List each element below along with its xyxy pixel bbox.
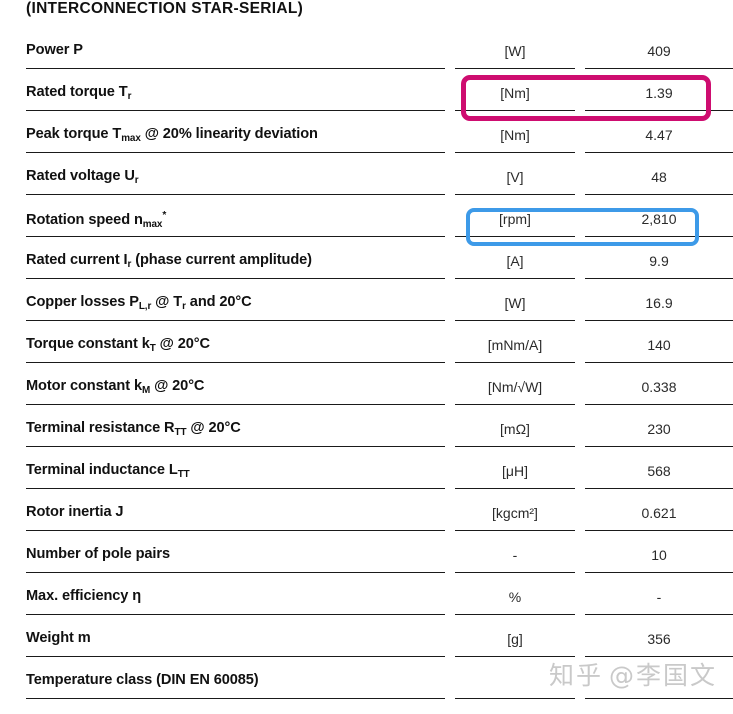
row-unit-cell: [μH] [455, 453, 575, 495]
row-value-cell: 0.621 [585, 495, 733, 537]
row-parameter-label: Max. efficiency η [26, 579, 445, 621]
row-unit-cell: [mΩ] [455, 411, 575, 453]
row-value-cell: 9.9 [585, 243, 733, 285]
row-unit-cell: [rpm] [455, 201, 575, 243]
row-parameter-label: Terminal resistance RTT @ 20°C [26, 411, 445, 453]
row-unit-cell: - [455, 537, 575, 579]
row-unit-cell: [mNm/A] [455, 327, 575, 369]
spec-sheet: (INTERCONNECTION STAR-SERIAL) Power P [W]… [0, 0, 733, 714]
row-value-cell: 16.9 [585, 285, 733, 327]
row-unit-cell: [kgcm²] [455, 495, 575, 537]
table-row: Rotation speed nmax* [rpm] 2,810 [0, 201, 733, 243]
row-value-cell: 1.39 [585, 75, 733, 117]
table-row: Rated voltage Ur [V] 48 [0, 159, 733, 201]
row-parameter-label: Rated current Ir (phase current amplitud… [26, 243, 445, 285]
row-parameter-label: Terminal inductance LTT [26, 453, 445, 495]
row-unit-cell: [A] [455, 243, 575, 285]
specification-table: Power P [W] 409 Rated torque Tr [Nm] 1.39 Peak… [0, 33, 733, 705]
table-row: Power P [W] 409 [0, 33, 733, 75]
table-row: Number of pole pairs -10 [0, 537, 733, 579]
row-unit-cell: [Nm] [455, 117, 575, 159]
watermark: 知乎 @李国文 [549, 656, 717, 692]
table-row: Terminal inductance LTT [μH] 568 [0, 453, 733, 495]
row-parameter-label: Temperature class (DIN EN 60085) [26, 663, 445, 705]
table-row: Terminal resistance RTT @ 20°C [mΩ] 230 [0, 411, 733, 453]
watermark-handle: @李国文 [608, 661, 717, 690]
table-row: Motor constant kM @ 20°C [Nm/√W] 0.338 [0, 369, 733, 411]
row-parameter-label: Weight m [26, 621, 445, 663]
row-parameter-label: Copper losses PL,r @ Tr and 20°C [26, 285, 445, 327]
row-unit-cell: [Nm] [455, 75, 575, 117]
watermark-logo: 知乎 [548, 661, 603, 690]
table-row: Copper losses PL,r @ Tr and 20°C [W] 16.9 [0, 285, 733, 327]
row-parameter-label: Motor constant kM @ 20°C [26, 369, 445, 411]
row-value-cell: 0.338 [585, 369, 733, 411]
table-row: Peak torque Tmax @ 20% linearity deviati… [0, 117, 733, 159]
table-row: Max. efficiency η% - [0, 579, 733, 621]
row-value-cell: - [585, 579, 733, 621]
row-unit-cell: % [455, 579, 575, 621]
row-parameter-label: Power P [26, 33, 445, 75]
row-value-cell: 48 [585, 159, 733, 201]
section-heading: (INTERCONNECTION STAR-SERIAL) [26, 0, 304, 17]
row-parameter-label: Torque constant kT @ 20°C [26, 327, 445, 369]
row-unit-cell: [Nm/√W] [455, 369, 575, 411]
row-parameter-label: Rated torque Tr [26, 75, 445, 117]
row-unit-cell: [W] [455, 285, 575, 327]
row-value-cell: 230 [585, 411, 733, 453]
row-parameter-label: Rotor inertia J [26, 495, 445, 537]
row-value-cell: 568 [585, 453, 733, 495]
row-unit-cell: [V] [455, 159, 575, 201]
table-row: Torque constant kT @ 20°C [mNm/A] 140 [0, 327, 733, 369]
table-row: Rotor inertia J [kgcm²] 0.621 [0, 495, 733, 537]
row-value-cell: 409 [585, 33, 733, 75]
row-value-cell: 140 [585, 327, 733, 369]
row-parameter-label: Rated voltage Ur [26, 159, 445, 201]
row-parameter-label: Peak torque Tmax @ 20% linearity deviati… [26, 117, 445, 159]
row-unit-cell: [W] [455, 33, 575, 75]
row-value-cell: 4.47 [585, 117, 733, 159]
row-value-cell: 10 [585, 537, 733, 579]
table-row: Rated current Ir (phase current amplitud… [0, 243, 733, 285]
row-value-cell: 2,810 [585, 201, 733, 243]
row-parameter-label: Number of pole pairs [26, 537, 445, 579]
table-row: Rated torque Tr [Nm] 1.39 [0, 75, 733, 117]
row-parameter-label: Rotation speed nmax* [26, 201, 445, 243]
